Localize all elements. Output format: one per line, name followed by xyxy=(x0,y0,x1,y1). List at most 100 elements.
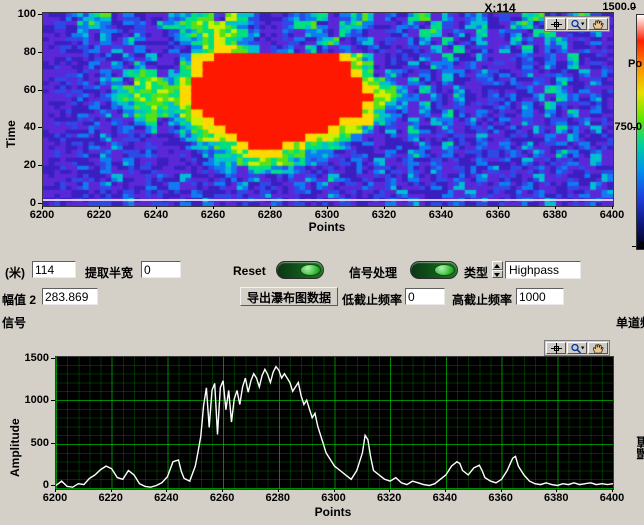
y-axis-tick-mark xyxy=(38,52,42,53)
color-ramp-tick-max: 1500.0 xyxy=(592,1,636,13)
signal-process-switch[interactable] xyxy=(410,261,458,279)
x-axis-tick-mark xyxy=(166,489,167,492)
x-axis-tick-label: 6360 xyxy=(481,209,515,221)
clipped-right-panel-y-label: 幅值 xyxy=(634,400,644,460)
waveform-trace xyxy=(56,357,613,489)
meter-label: (米) xyxy=(5,264,25,281)
x-axis-tick-mark xyxy=(612,489,613,492)
hand-icon xyxy=(591,19,606,30)
amplitude2-field[interactable] xyxy=(42,288,98,305)
y-axis-tick-mark xyxy=(38,203,42,204)
y-axis-tick-label: 1500 xyxy=(19,352,49,364)
y-axis-tick-label: 500 xyxy=(19,437,49,449)
x-axis-tick-mark xyxy=(270,206,271,209)
y-axis-tick-mark xyxy=(38,14,42,15)
x-axis-tick-label: 6360 xyxy=(484,492,518,504)
x-axis-tick-mark xyxy=(384,206,385,209)
x-axis-tick-mark xyxy=(111,489,112,492)
x-axis-tick-mark xyxy=(222,489,223,492)
x-axis-tick-label: 6200 xyxy=(25,209,59,221)
y-axis-tick-label: 0 xyxy=(19,479,49,491)
x-axis-tick-label: 6400 xyxy=(595,492,629,504)
y-axis-tick-label: 100 xyxy=(6,8,36,20)
bottom-graph-x-axis-label: Points xyxy=(293,505,373,519)
high-cutoff-field[interactable] xyxy=(516,288,564,305)
ramp-tick-mark xyxy=(632,127,636,128)
reset-label: Reset xyxy=(233,264,266,278)
x-axis-tick-label: 6320 xyxy=(372,492,406,504)
export-waterfall-button[interactable]: 导出瀑布图数据 xyxy=(240,287,338,306)
x-axis-tick-mark xyxy=(501,489,502,492)
bottom-graph-palette xyxy=(544,340,610,356)
half-width-field[interactable] xyxy=(141,261,181,278)
signal-process-switch-knob xyxy=(434,264,455,276)
top-graph-palette xyxy=(544,16,610,32)
spinner-down-icon[interactable] xyxy=(492,270,503,279)
low-cutoff-field[interactable] xyxy=(405,288,445,305)
x-axis-tick-mark xyxy=(498,206,499,209)
reset-switch-knob xyxy=(300,264,321,276)
color-ramp-tick-min: 0.0 xyxy=(610,240,644,252)
high-cutoff-label: 高截止频率 xyxy=(452,291,512,308)
single-channel-section-label: 单道频 xyxy=(616,314,644,331)
meter-position-field[interactable] xyxy=(32,261,76,278)
x-axis-tick-mark xyxy=(612,206,613,209)
spinner-up-icon[interactable] xyxy=(492,261,503,270)
y-axis-tick-label: 80 xyxy=(6,46,36,58)
x-axis-tick-mark xyxy=(556,489,557,492)
ramp-tick-mark xyxy=(632,246,636,247)
x-axis-tick-label: 6240 xyxy=(149,492,183,504)
x-axis-tick-mark xyxy=(441,206,442,209)
crosshair-icon xyxy=(549,343,564,354)
zoom-icon xyxy=(570,343,585,354)
crosshair-tool-button[interactable] xyxy=(546,18,566,30)
x-axis-tick-mark xyxy=(334,489,335,492)
y-axis-tick-label: 60 xyxy=(6,84,36,96)
hand-icon xyxy=(591,343,606,354)
x-axis-tick-label: 6280 xyxy=(253,209,287,221)
x-axis-tick-mark xyxy=(55,489,56,492)
y-axis-tick-mark xyxy=(38,127,42,128)
filter-type-ring[interactable]: Highpass xyxy=(505,261,581,279)
x-axis-tick-mark xyxy=(555,206,556,209)
reset-switch[interactable] xyxy=(276,261,324,279)
x-axis-tick-mark xyxy=(327,206,328,209)
filter-type-spinner[interactable] xyxy=(492,261,503,278)
ramp-tick-mark xyxy=(632,7,636,8)
y-axis-tick-label: 1000 xyxy=(19,394,49,406)
x-axis-tick-label: 6260 xyxy=(196,209,230,221)
x-axis-tick-label: 6380 xyxy=(538,209,572,221)
y-axis-tick-mark xyxy=(51,443,55,444)
x-axis-tick-label: 6260 xyxy=(205,492,239,504)
labview-front-panel: X:114 Time Points 1500.0 750.0 0.0 Po (米… xyxy=(0,0,644,525)
zoom-icon xyxy=(570,19,585,30)
x-axis-tick-label: 6320 xyxy=(367,209,401,221)
x-axis-tick-label: 6340 xyxy=(428,492,462,504)
y-axis-tick-mark xyxy=(51,400,55,401)
zoom-tool-button[interactable] xyxy=(567,18,587,30)
y-axis-tick-mark xyxy=(51,485,55,486)
spectrogram-canvas[interactable] xyxy=(43,13,613,206)
x-axis-tick-label: 6400 xyxy=(595,209,629,221)
x-axis-tick-mark xyxy=(42,206,43,209)
spectrogram-plot[interactable] xyxy=(42,12,614,207)
waveform-plot[interactable] xyxy=(55,356,614,490)
y-axis-tick-label: 0 xyxy=(6,197,36,209)
crosshair-tool-button[interactable] xyxy=(546,342,566,354)
y-axis-tick-label: 20 xyxy=(6,159,36,171)
crosshair-icon xyxy=(549,19,564,30)
signal-section-label: 信号 xyxy=(2,314,26,331)
amplitude2-label: 幅值 2 xyxy=(2,291,36,308)
x-axis-tick-label: 6220 xyxy=(82,209,116,221)
color-ramp-partial-label: Po xyxy=(628,58,642,70)
zoom-tool-button[interactable] xyxy=(567,342,587,354)
x-axis-tick-label: 6380 xyxy=(539,492,573,504)
y-axis-tick-mark xyxy=(38,165,42,166)
low-cutoff-label: 低截止频率 xyxy=(342,291,402,308)
spectrogram-cursor-line[interactable] xyxy=(43,199,613,201)
hand-tool-button[interactable] xyxy=(588,342,608,354)
filter-type-label: 类型 xyxy=(464,264,488,281)
signal-process-label: 信号处理 xyxy=(349,264,397,281)
y-axis-tick-mark xyxy=(38,90,42,91)
hand-tool-button[interactable] xyxy=(588,18,608,30)
